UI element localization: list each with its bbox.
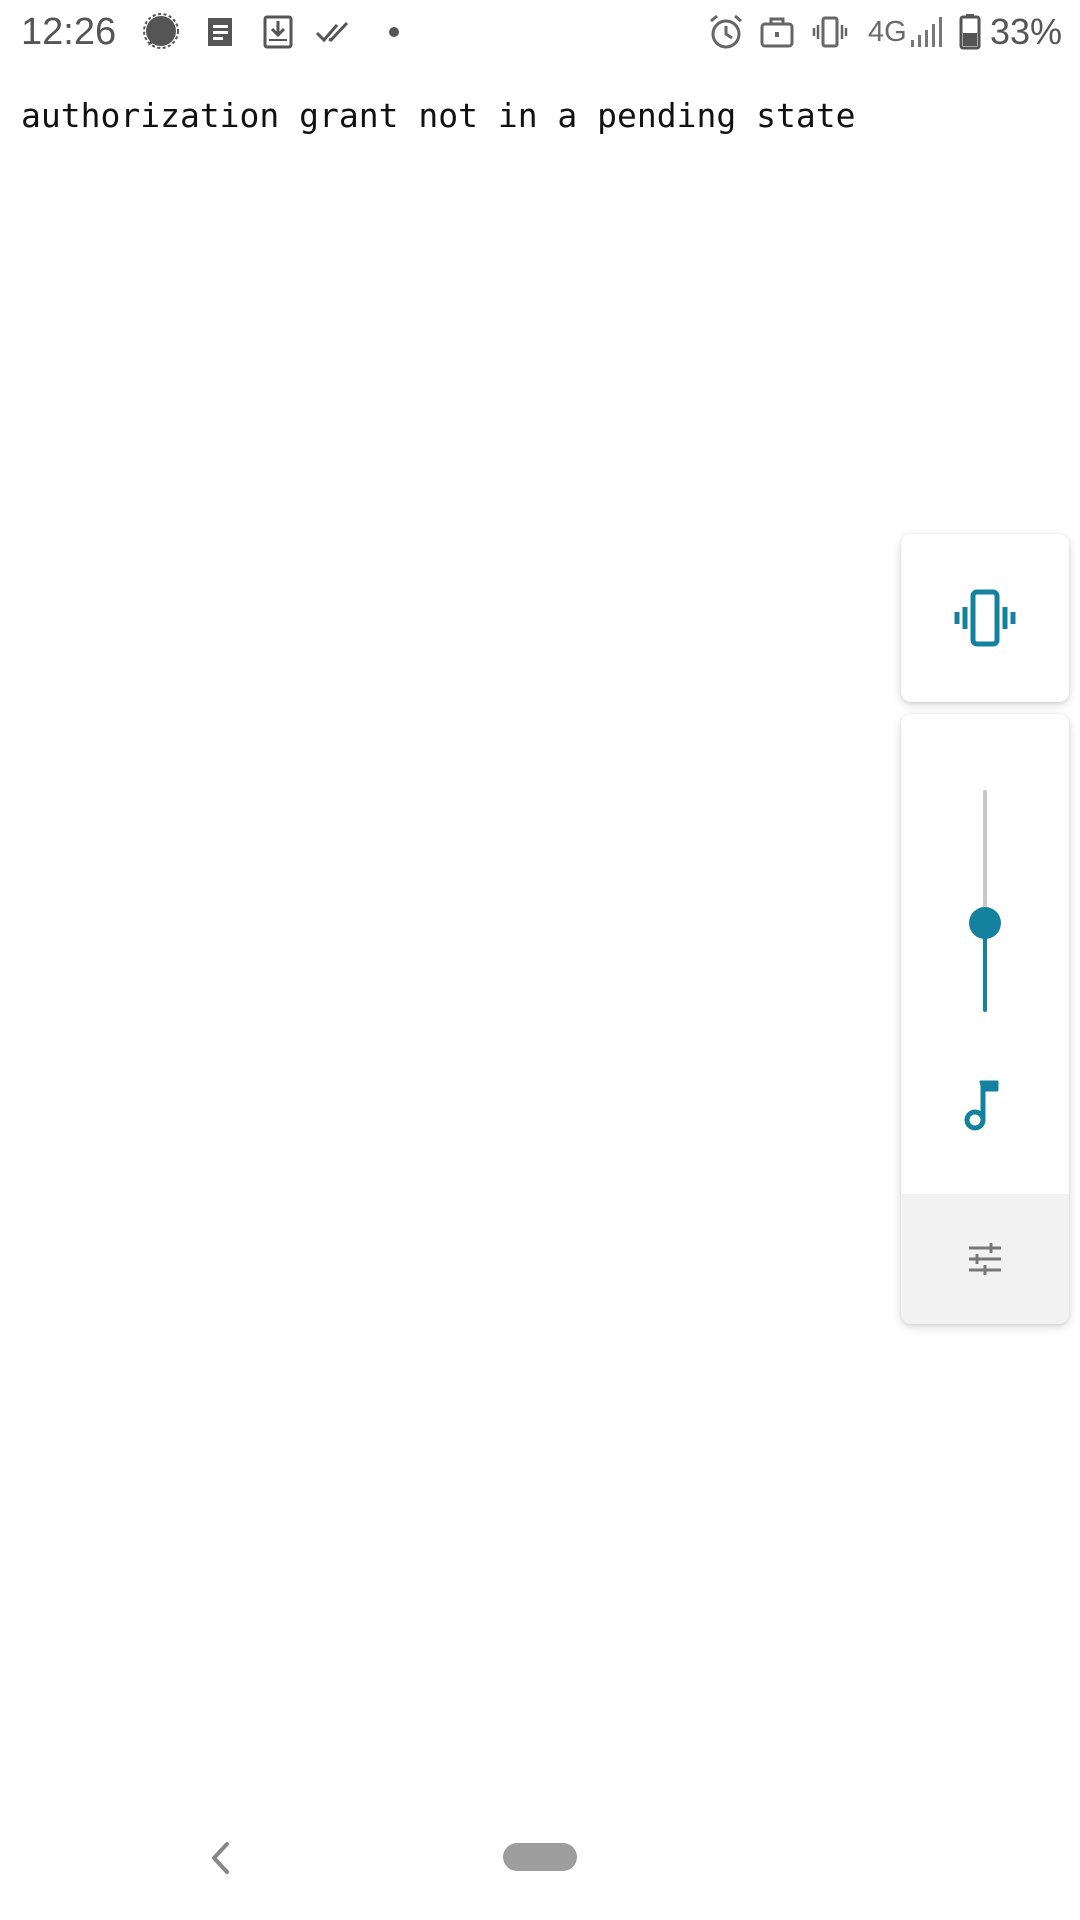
status-time: 12:26	[21, 11, 117, 53]
battery-percent: 33%	[990, 11, 1063, 52]
document-icon	[201, 12, 241, 52]
status-bar: 12:26 4G 33%	[0, 0, 1080, 64]
more-dot-icon	[374, 12, 414, 52]
slider-track[interactable]	[983, 790, 987, 1012]
cell-signal-icon	[908, 12, 948, 52]
volume-settings-button[interactable]	[901, 1194, 1069, 1324]
download-icon	[258, 12, 298, 52]
work-profile-icon	[757, 12, 797, 52]
double-check-icon	[315, 12, 355, 52]
error-message: authorization grant not in a pending sta…	[21, 96, 856, 135]
alarm-icon	[706, 12, 746, 52]
slider-thumb[interactable]	[969, 907, 1001, 940]
vibrate-icon	[954, 589, 1016, 647]
music-note-icon[interactable]	[963, 1078, 1007, 1134]
media-volume-card	[901, 714, 1069, 1324]
tune-sliders-icon	[969, 1243, 1001, 1275]
back-icon[interactable]	[204, 1838, 238, 1878]
signal-messenger-icon	[141, 12, 181, 52]
vibrate-icon	[810, 12, 850, 52]
network-type: 4G	[868, 16, 907, 48]
battery-icon	[950, 12, 990, 52]
ringer-mode-button[interactable]	[901, 534, 1069, 702]
home-pill[interactable]	[503, 1843, 577, 1871]
